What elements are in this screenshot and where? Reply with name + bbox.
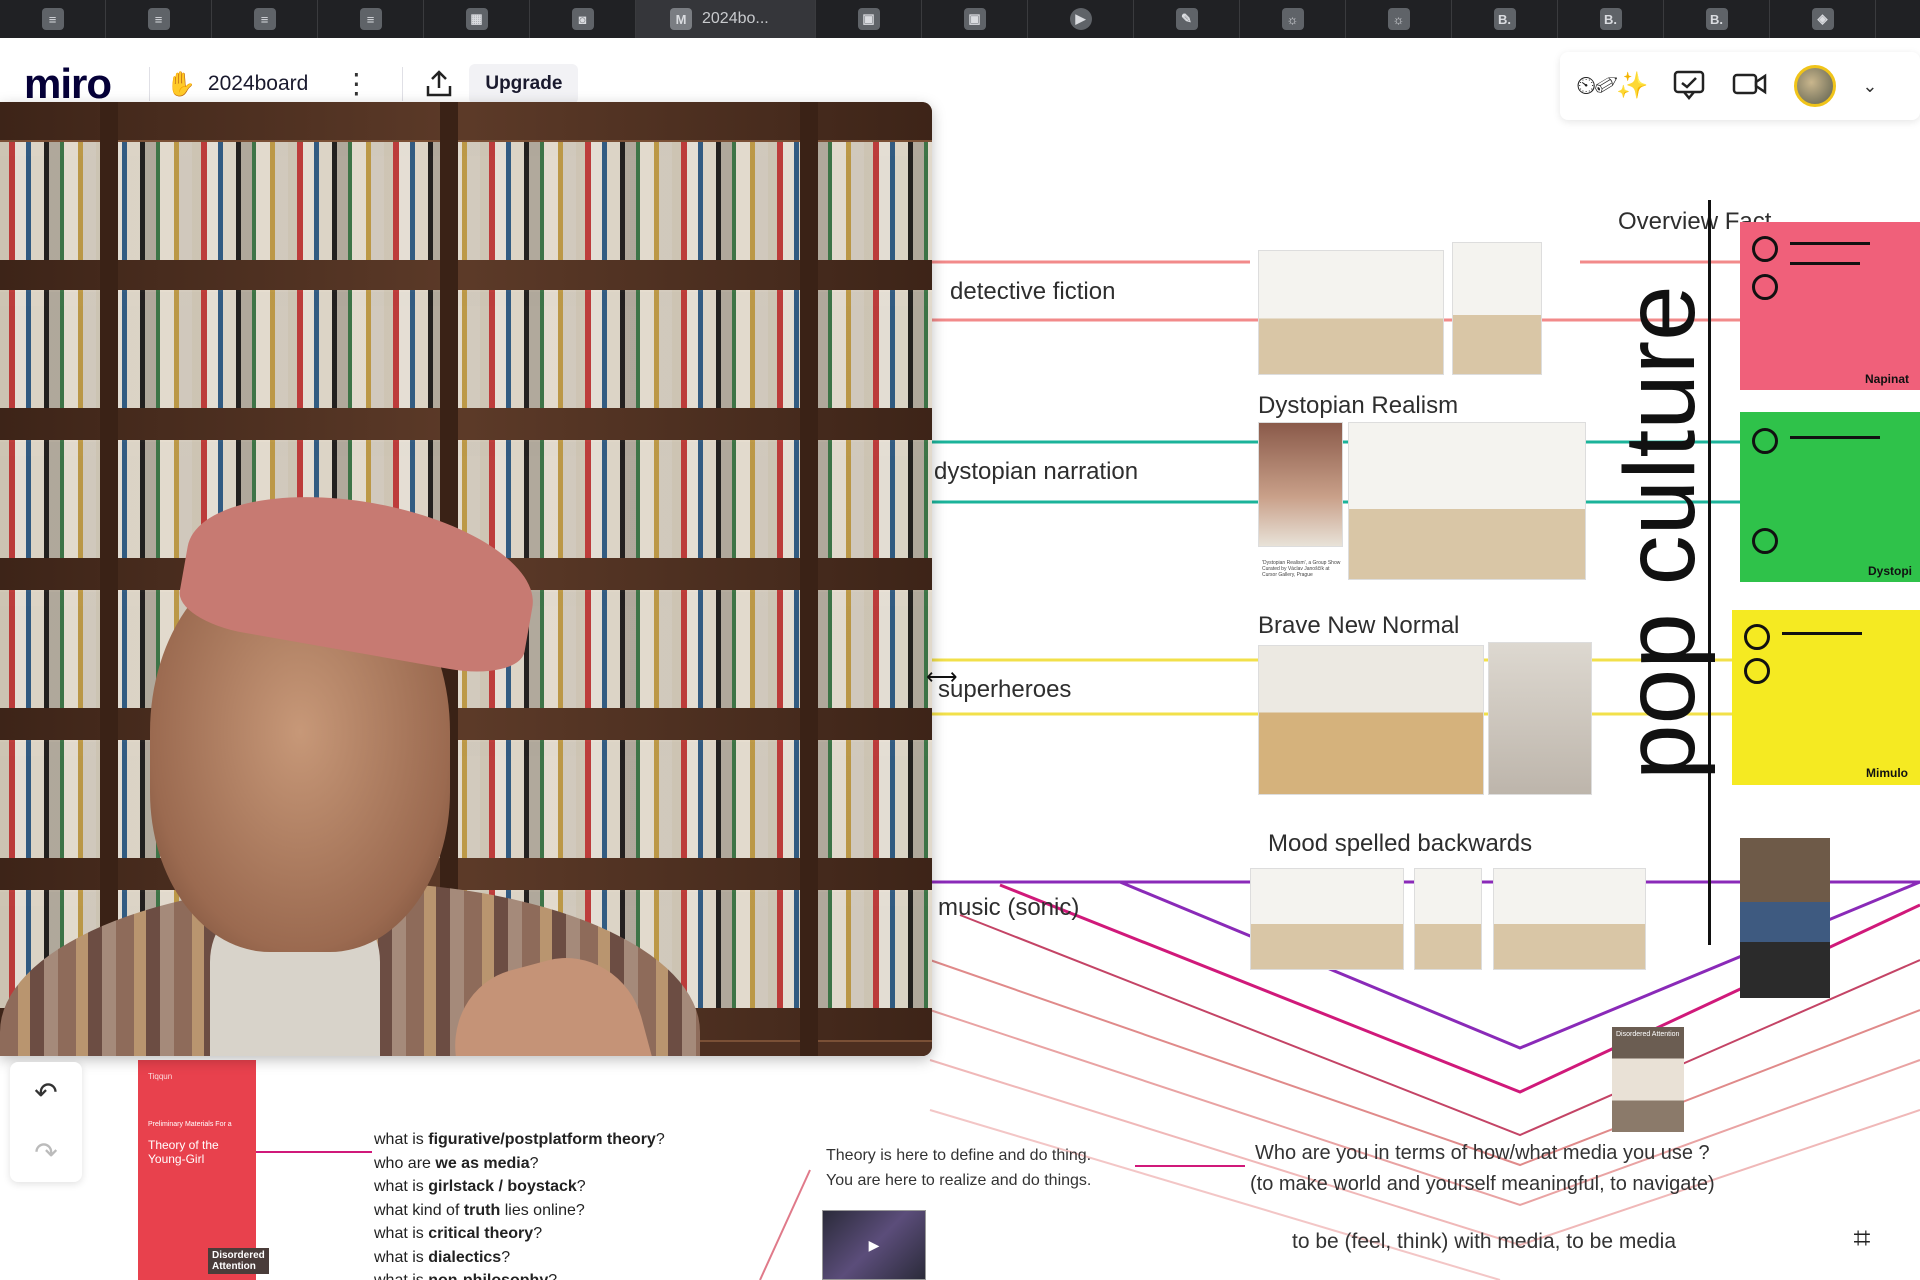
- gallery-photo[interactable]: [1258, 250, 1444, 375]
- ring-mark: [1752, 274, 1778, 300]
- vertical-title: pop culture: [1604, 285, 1716, 780]
- row-label-superheroes: superheroes: [938, 676, 1072, 703]
- theory-note: Theory is here to define and do thing. Y…: [826, 1143, 1091, 1193]
- book-row: [0, 142, 932, 260]
- play-icon: ▶: [868, 1236, 880, 1253]
- book-row: [0, 740, 932, 858]
- book-title: Theory of the Young-Girl: [148, 1138, 219, 1166]
- video-overlay[interactable]: [0, 102, 932, 1056]
- question-item: what is dialectics?: [374, 1248, 511, 1266]
- text-bar: [1790, 262, 1860, 265]
- miro-logo[interactable]: miro: [24, 60, 112, 108]
- poster-label: Dystopi: [1868, 564, 1913, 578]
- gallery-photo[interactable]: [1493, 868, 1646, 970]
- feel-note: to be (feel, think) with media, to be me…: [1292, 1230, 1677, 1253]
- frame-icon[interactable]: ⌗: [1834, 1214, 1890, 1264]
- divider: [149, 67, 151, 101]
- dj-photo[interactable]: [1740, 838, 1830, 998]
- ring-mark: [1744, 658, 1770, 684]
- ring-mark: [1744, 624, 1770, 650]
- group-title-mood-spelled-backwards: Mood spelled backwards: [1268, 830, 1533, 857]
- book-row: [0, 290, 932, 408]
- video-thumbnail[interactable]: ▶: [822, 1210, 926, 1280]
- collab-toolbar: ⏲✐✨ ⌄: [1560, 52, 1920, 120]
- question-item: what is critical theory?: [374, 1225, 543, 1242]
- shelf-post: [100, 102, 118, 1056]
- gallery-photo[interactable]: [1258, 645, 1484, 795]
- who-line: (to make world and yourself meaningful, …: [1250, 1173, 1715, 1195]
- question-item: what is figurative/postplatform theory?: [374, 1131, 665, 1148]
- board-emoji-icon: ✋: [166, 70, 196, 98]
- question-item: what is girlstack / boystack?: [374, 1178, 586, 1195]
- text-bar: [1790, 436, 1880, 439]
- book-author: Tiqqun: [148, 1072, 173, 1081]
- undo-icon[interactable]: ↶: [34, 1076, 57, 1109]
- book-subtitle: Preliminary Materials For a: [148, 1121, 232, 1128]
- gallery-photo[interactable]: [1258, 422, 1343, 547]
- gallery-photo[interactable]: [1414, 868, 1482, 970]
- redo-icon[interactable]: ↷: [34, 1136, 57, 1169]
- ring-mark: [1752, 428, 1778, 454]
- text-bar: [1790, 242, 1870, 245]
- avatar[interactable]: [1794, 65, 1837, 107]
- chevron-down-icon[interactable]: ⌄: [1862, 76, 1877, 97]
- comment-icon[interactable]: [1672, 68, 1706, 105]
- reactions-icon[interactable]: ⏲✐✨: [1576, 70, 1648, 102]
- group-title-dystopian-realism: Dystopian Realism: [1258, 392, 1459, 419]
- mini-poster-title: Disordered Attention: [1616, 1031, 1680, 1038]
- divider: [402, 67, 404, 101]
- book-cover-young-girl[interactable]: Tiqqun Preliminary Materials For a Theor…: [138, 1060, 269, 1280]
- gallery-photo[interactable]: [1452, 242, 1542, 375]
- questions-list: what is figurative/postplatform theory? …: [374, 1128, 665, 1280]
- question-item: what kind of truth lies online?: [374, 1201, 585, 1219]
- ring-mark: [1752, 528, 1778, 554]
- undo-redo-panel: ↶ ↷: [10, 1062, 82, 1182]
- gallery-photo[interactable]: [1488, 642, 1592, 795]
- theory-line: Theory is here to define and do thing.: [826, 1147, 1092, 1164]
- video-call-icon[interactable]: [1732, 70, 1768, 103]
- shelf-post: [800, 102, 818, 1056]
- row-label-music: music (sonic): [938, 894, 1080, 921]
- who-line: Who are you in terms of how/what media y…: [1255, 1142, 1710, 1164]
- poster-yellow[interactable]: Mimulo: [1732, 610, 1920, 785]
- more-options-icon[interactable]: ⋮: [342, 70, 370, 98]
- ring-mark: [1752, 236, 1778, 262]
- gallery-photo[interactable]: [1250, 868, 1404, 970]
- question-item: what is non-philosophy?: [374, 1269, 665, 1280]
- text-bar: [1782, 632, 1862, 635]
- resize-cursor-icon: ⟷: [926, 664, 958, 689]
- poster-label: Mimulo: [1866, 766, 1908, 780]
- question-item: who are we as media?: [374, 1154, 539, 1172]
- mini-poster[interactable]: Disordered Attention: [1612, 1027, 1684, 1132]
- photo-caption: 'Dystopian Realism', a Group Show Curate…: [1262, 560, 1341, 578]
- who-note: Who are you in terms of how/what media y…: [1250, 1138, 1715, 1200]
- group-title-brave-new-normal: Brave New Normal: [1258, 612, 1460, 639]
- book-corner-label: Disordered Attention: [208, 1248, 269, 1274]
- row-label-dystopian-narration: dystopian narration: [934, 458, 1139, 485]
- upgrade-button[interactable]: Upgrade: [469, 64, 579, 104]
- export-icon[interactable]: [419, 64, 459, 104]
- theory-line: You are here to realize and do things.: [826, 1172, 1092, 1189]
- poster-label: Napinat: [1865, 372, 1910, 386]
- poster-red[interactable]: Napinat: [1740, 222, 1920, 390]
- poster-green[interactable]: Dystopi: [1740, 412, 1920, 582]
- gallery-photo[interactable]: [1348, 422, 1586, 580]
- row-label-detective-fiction: detective fiction: [950, 278, 1116, 305]
- board-name[interactable]: 2024board: [208, 72, 308, 96]
